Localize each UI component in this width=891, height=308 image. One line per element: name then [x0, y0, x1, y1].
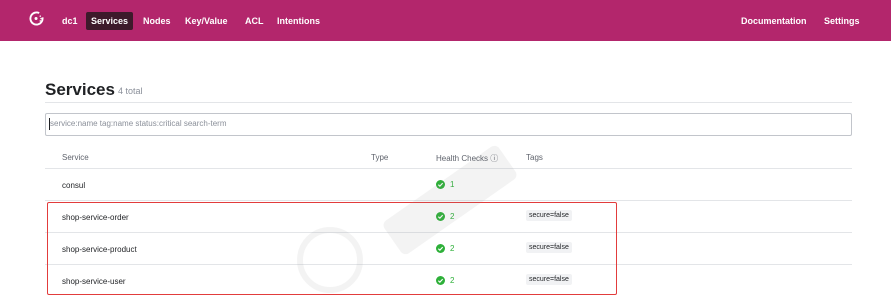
table-row[interactable]: consul 1 — [45, 168, 852, 202]
top-nav: dc1 Services Nodes Key/Value ACL Intenti… — [0, 0, 891, 41]
datacenter-selector[interactable]: dc1 — [62, 15, 78, 27]
nav-documentation[interactable]: Documentation — [741, 15, 807, 27]
divider — [45, 102, 852, 103]
page-title: Services — [45, 80, 115, 99]
service-name[interactable]: consul — [62, 181, 85, 190]
column-header-tags[interactable]: Tags — [526, 153, 543, 162]
nav-services[interactable]: Services — [86, 12, 134, 30]
column-header-type[interactable]: Type — [371, 153, 388, 162]
search-input[interactable]: service:name tag:name status:critical se… — [45, 113, 852, 136]
search-placeholder: service:name tag:name status:critical se… — [50, 119, 227, 128]
highlight-annotation — [47, 202, 617, 295]
nav-acl[interactable]: ACL — [245, 15, 264, 27]
column-header-service[interactable]: Service — [62, 153, 89, 162]
service-count: 4 total — [118, 86, 143, 96]
consul-logo-icon[interactable] — [29, 11, 44, 26]
check-icon — [436, 180, 445, 189]
nav-settings[interactable]: Settings — [824, 15, 860, 27]
health-check-count: 1 — [450, 180, 455, 189]
nav-nodes[interactable]: Nodes — [143, 15, 171, 27]
nav-intentions[interactable]: Intentions — [277, 15, 320, 27]
nav-key-value[interactable]: Key/Value — [185, 15, 228, 27]
column-header-health-checks[interactable]: Health Checks ⓘ — [436, 153, 498, 164]
